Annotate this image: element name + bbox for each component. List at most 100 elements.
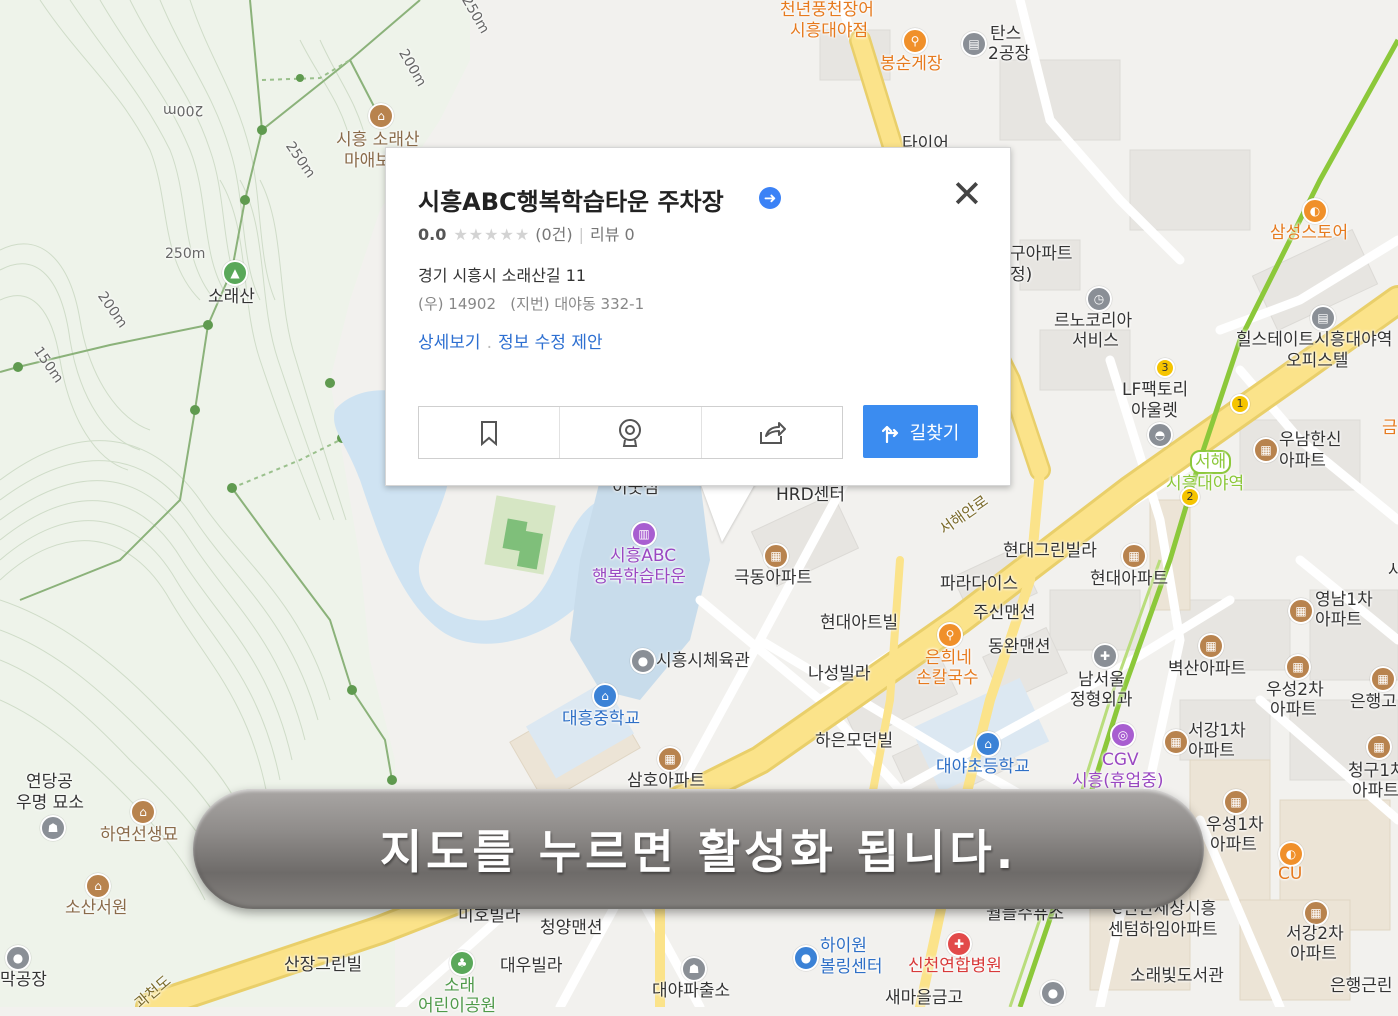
subway-station-label[interactable]: 시흥대야역 — [1166, 474, 1244, 494]
map-label: 봉순게장 — [880, 54, 943, 74]
map-label: 서강2차 — [1286, 924, 1344, 944]
map-label: 우명 묘소 — [16, 793, 84, 813]
map-label: 우남한신 — [1279, 430, 1342, 450]
rating-count[interactable]: (0건) — [535, 225, 572, 244]
shopping-icon[interactable]: ◓ — [1147, 422, 1173, 448]
police-icon[interactable]: ☗ — [681, 956, 707, 982]
map-label: 아파트 — [1352, 781, 1398, 801]
rating-score: 0.0 — [418, 225, 447, 244]
map-label: 파라다이스 — [940, 574, 1019, 594]
directions-button[interactable]: 길찾기 — [863, 405, 978, 458]
bookmark-button[interactable] — [419, 407, 561, 458]
map-label: 천년풍천장어 — [780, 0, 874, 20]
poi-marker[interactable]: ⌂ — [368, 103, 394, 129]
grave-icon[interactable]: ☗ — [40, 815, 66, 841]
review-count[interactable]: 리뷰 0 — [590, 225, 635, 244]
rating-stars-icon: ★★★★★ — [453, 225, 531, 244]
map-label: 주신맨션 — [973, 603, 1036, 623]
restaurant-icon[interactable]: ⚲ — [937, 622, 963, 648]
subway-line-badge: 1 — [1230, 394, 1250, 414]
bowling-icon[interactable]: ● — [793, 945, 819, 971]
apartment-icon[interactable]: ▦ — [1163, 729, 1189, 755]
share-button[interactable] — [702, 407, 842, 458]
apartment-icon[interactable]: ▦ — [1366, 734, 1392, 760]
factory-icon[interactable]: ▤ — [961, 31, 987, 57]
hospital-icon[interactable]: ✚ — [1092, 643, 1118, 669]
apartment-icon[interactable]: ▦ — [1253, 437, 1279, 463]
map-label: 볼링센터 — [820, 957, 883, 977]
verified-arrow-icon[interactable]: ➜ — [759, 187, 781, 209]
place-title[interactable]: 시흥ABC행복학습타운 주차장 — [418, 182, 724, 217]
map-label: 어린이공원 — [418, 996, 497, 1016]
map-label: 현대아파트 — [1090, 569, 1169, 589]
apartment-icon[interactable]: ▦ — [1198, 633, 1224, 659]
apartment-icon[interactable]: ▦ — [1223, 789, 1249, 815]
map-label: LF팩토리 — [1122, 380, 1189, 400]
apartment-icon[interactable]: ▦ — [763, 543, 789, 569]
suggest-edit-link[interactable]: 정보 수정 제안 — [498, 333, 603, 353]
map-label: 센텀하임아파트 — [1108, 920, 1218, 940]
map-label: 서비스 — [1072, 331, 1119, 351]
map-label: 남서울 — [1078, 670, 1125, 690]
car-service-icon[interactable]: ◷ — [1086, 286, 1112, 312]
map-label: HRD센터 — [776, 485, 845, 505]
subway-line-badge: 2 — [1180, 487, 1200, 507]
apartment-icon[interactable]: ▦ — [1303, 900, 1329, 926]
map-label: 우성2차 — [1266, 680, 1324, 700]
map-label: 시흥ABC — [610, 546, 677, 566]
close-button[interactable]: ✕ — [951, 175, 983, 213]
map-label: 은행고 — [1350, 692, 1397, 712]
activate-map-banner[interactable]: 지도를 누르면 활성화 됩니다. — [193, 789, 1204, 909]
mountain-peak-icon[interactable]: ▲ — [222, 260, 248, 286]
map-label: 은행근린 — [1330, 976, 1393, 996]
hospital-icon[interactable]: ✚ — [946, 931, 972, 957]
poi-marker[interactable]: ● — [5, 945, 31, 971]
map-label: 시흥시체육관 — [656, 651, 750, 671]
heritage-icon[interactable]: ⌂ — [130, 799, 156, 825]
map-label: 하연선생묘 — [100, 825, 179, 845]
school-icon[interactable]: ⌂ — [592, 683, 618, 709]
subway-station-label[interactable]: 서해 — [1190, 450, 1232, 474]
place-info-popup: 시흥ABC행복학습타운 주차장 ➜ ✕ 0.0 ★★★★★ (0건) | 리뷰 0 … — [385, 147, 1011, 486]
contour-label: 250m — [165, 246, 206, 262]
banner-text: 지도를 누르면 활성화 됩니다. — [379, 825, 1018, 879]
apartment-icon[interactable]: ▦ — [1370, 666, 1396, 692]
subway-line-badge: 3 — [1155, 358, 1175, 378]
map-label: 사 — [1388, 561, 1398, 581]
map-label: 신천연합병원 — [908, 956, 1002, 976]
apartment-icon[interactable]: ▦ — [1288, 598, 1314, 624]
heritage-icon[interactable]: ⌂ — [85, 873, 111, 899]
map-label: 힐스테이트시흥대야역 — [1236, 330, 1393, 350]
popup-action-bar — [418, 406, 843, 459]
map-label: 삼호아파트 — [627, 771, 706, 791]
gym-icon[interactable]: ● — [630, 648, 656, 674]
map-label: 막공장 — [0, 970, 47, 990]
rating-row: 0.0 ★★★★★ (0건) | 리뷰 0 — [418, 221, 635, 245]
roadview-button[interactable] — [560, 407, 702, 458]
map-label: 소래산 — [208, 287, 255, 307]
store-icon[interactable]: ◐ — [1302, 198, 1328, 224]
building-icon[interactable]: ▤ — [1310, 305, 1336, 331]
share-icon — [759, 421, 786, 444]
detail-link[interactable]: 상세보기 — [418, 333, 481, 353]
apartment-icon[interactable]: ▦ — [657, 746, 683, 772]
contour-label: 200m — [163, 102, 204, 118]
divider: | — [578, 225, 585, 244]
postal-jibun-address: (우) 14902 (지번) 대야동 332-1 — [418, 295, 645, 313]
apartment-icon[interactable]: ▦ — [1121, 543, 1147, 569]
cinema-icon[interactable]: ◎ — [1110, 722, 1136, 748]
bank-icon[interactable]: ● — [1040, 980, 1066, 1006]
apartment-icon[interactable]: ▦ — [1285, 654, 1311, 680]
map-label: 정형외과 — [1070, 690, 1133, 710]
education-icon[interactable]: ▥ — [631, 521, 657, 547]
map-label: 현대그린빌라 — [1003, 541, 1097, 561]
popup-pointer — [700, 482, 756, 542]
map-label: 청양맨션 — [540, 918, 603, 938]
restaurant-icon[interactable]: ⚲ — [902, 28, 928, 54]
school-icon[interactable]: ⌂ — [975, 731, 1001, 757]
popup-links: 상세보기. 정보 수정 제안 — [418, 328, 603, 353]
park-icon[interactable]: ♣ — [449, 950, 475, 976]
map-label: 대야파출소 — [652, 981, 731, 1001]
bookmark-icon — [481, 420, 498, 446]
map-label: 행복학습타운 — [592, 567, 686, 587]
